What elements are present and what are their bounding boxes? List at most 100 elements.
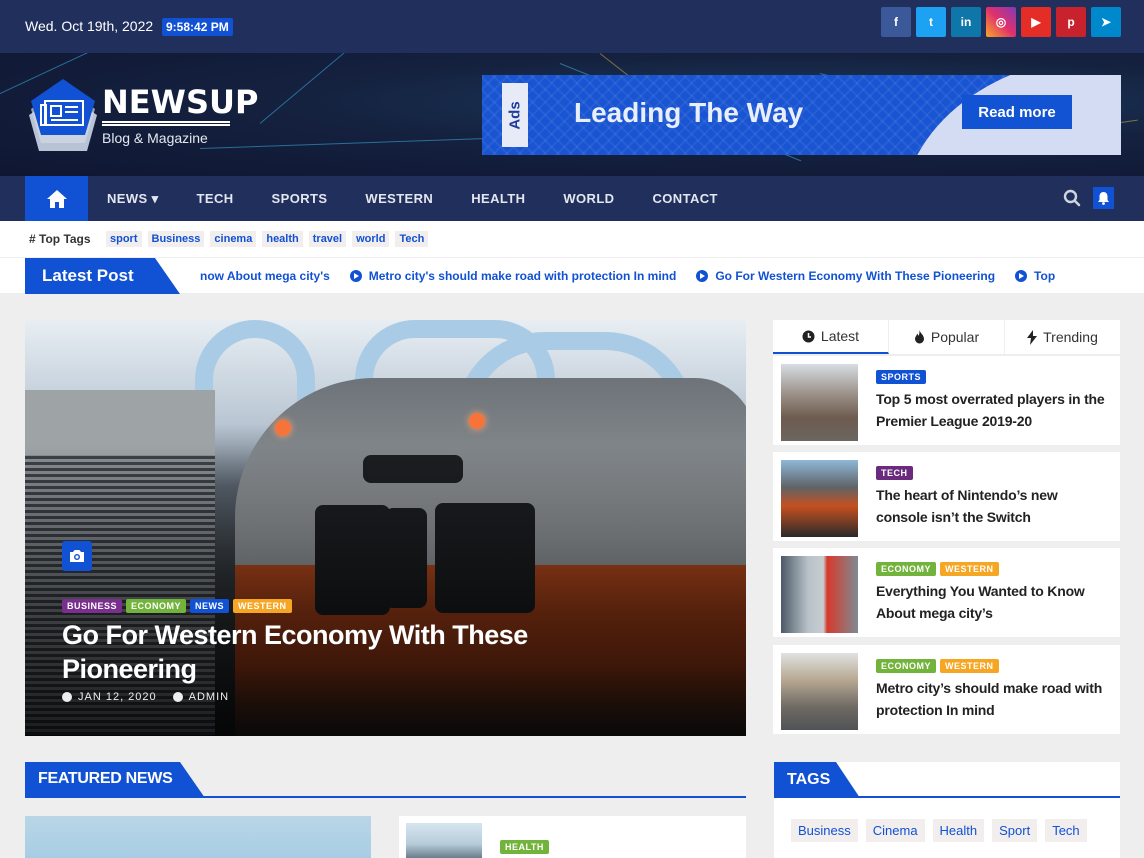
ticker-item-text[interactable]: now About mega city's — [200, 269, 330, 283]
social-links: f t in ◎ ▶ p ➤ — [881, 7, 1121, 37]
site-tagline: Blog & Magazine — [102, 130, 208, 146]
ticker-item[interactable]: Top — [1015, 269, 1055, 283]
title-underline — [102, 121, 230, 126]
telegram-icon[interactable]: ➤ — [1091, 7, 1121, 37]
sidebar-post[interactable]: ECONOMY WESTERN Metro city’s should make r… — [773, 645, 1120, 734]
instagram-icon[interactable]: ◎ — [986, 7, 1016, 37]
nav-item-contact[interactable]: CONTACT — [633, 176, 736, 221]
fire-icon — [914, 330, 924, 344]
clock-icon — [62, 692, 72, 702]
post-title[interactable]: Top 5 most overrated players in the Prem… — [876, 388, 1111, 432]
category-badge-western[interactable]: WESTERN — [233, 599, 292, 613]
linkedin-icon[interactable]: in — [951, 7, 981, 37]
ticker-item[interactable]: Go For Western Economy With These Pionee… — [696, 269, 995, 283]
hero-categories: BUSINESS ECONOMY NEWS WESTERN — [62, 599, 292, 613]
pinterest-icon[interactable]: p — [1056, 7, 1086, 37]
tab-latest[interactable]: Latest — [773, 320, 889, 354]
nav-item-western[interactable]: WESTERN — [346, 176, 452, 221]
ad-headline: Leading The Way — [574, 97, 804, 128]
sidebar-post[interactable]: ECONOMY WESTERN Everything You Wanted to K… — [773, 548, 1120, 637]
sidebar-tabs: Latest Popular Trending — [773, 320, 1120, 354]
top-tag-health[interactable]: health — [262, 231, 303, 247]
category-badge-economy[interactable]: ECONOMY — [876, 562, 937, 576]
top-tag-sport[interactable]: sport — [106, 231, 142, 247]
twitter-icon[interactable]: t — [916, 7, 946, 37]
post-thumbnail[interactable] — [781, 364, 858, 441]
featured-news-card[interactable]: HEALTH — [399, 816, 746, 858]
top-tags-label: # Top Tags — [29, 232, 91, 246]
search-icon[interactable] — [1063, 189, 1081, 207]
youtube-icon[interactable]: ▶ — [1021, 7, 1051, 37]
category-badge-economy[interactable]: ECONOMY — [876, 659, 937, 673]
nav-item-world[interactable]: WORLD — [544, 176, 633, 221]
post-categories: ECONOMY WESTERN — [876, 562, 999, 576]
site-header: NEWSUP Blog & Magazine Ads Leading The W… — [0, 53, 1144, 176]
nav-item-news[interactable]: NEWS ▾ — [88, 176, 178, 221]
top-tag-travel[interactable]: travel — [308, 231, 347, 247]
nav-home[interactable] — [25, 176, 88, 221]
category-badge-news[interactable]: NEWS — [190, 599, 230, 613]
bell-icon — [1098, 192, 1109, 205]
hero-date[interactable]: JAN 12, 2020 — [62, 691, 157, 703]
tab-label: Popular — [930, 329, 980, 345]
category-badge-tech[interactable]: TECH — [876, 466, 913, 480]
tag-tech[interactable]: Tech — [1045, 819, 1087, 842]
hero-title[interactable]: Go For Western Economy With These Pionee… — [62, 618, 622, 686]
hero-author[interactable]: ADMIN — [172, 691, 229, 703]
home-icon — [46, 189, 67, 208]
newsup-logo-icon[interactable] — [25, 79, 101, 151]
category-badge-business[interactable]: BUSINESS — [62, 599, 123, 613]
post-thumbnail[interactable] — [781, 653, 858, 730]
tags-widget: TAGS Business Cinema Health Sport Tech — [774, 762, 1120, 858]
top-tag-business[interactable]: Business — [147, 231, 205, 247]
nav-item-sports[interactable]: SPORTS — [253, 176, 347, 221]
nav-item-health[interactable]: HEALTH — [452, 176, 544, 221]
ticker-item-text[interactable]: Top — [1034, 269, 1055, 283]
post-categories: TECH — [876, 466, 913, 480]
current-time: 9:58:42 PM — [162, 18, 233, 36]
category-badge-western[interactable]: WESTERN — [940, 562, 999, 576]
post-categories: SPORTS — [876, 370, 927, 384]
top-tag-tech[interactable]: Tech — [395, 231, 429, 247]
ticker-item-text[interactable]: Metro city's should make road with prote… — [369, 269, 677, 283]
category-badge-western[interactable]: WESTERN — [940, 659, 999, 673]
category-badge-economy[interactable]: ECONOMY — [126, 599, 187, 613]
facebook-icon[interactable]: f — [881, 7, 911, 37]
clock-icon — [802, 330, 815, 342]
top-bar: Wed. Oct 19th, 2022 9:58:42 PM f t in ◎ ▶ p ➤ — [0, 0, 1144, 53]
post-thumbnail[interactable] — [781, 460, 858, 537]
featured-news-image[interactable] — [25, 816, 371, 858]
post-thumbnail[interactable] — [781, 556, 858, 633]
sidebar-post[interactable]: TECH The heart of Nintendo’s new console … — [773, 452, 1120, 541]
tag-business[interactable]: Business — [791, 819, 858, 842]
ticker-item[interactable]: now About mega city's — [200, 269, 330, 283]
tag-sport[interactable]: Sport — [992, 819, 1038, 842]
top-tag-world[interactable]: world — [352, 231, 390, 247]
top-tag-cinema[interactable]: cinema — [210, 231, 257, 247]
post-title[interactable]: Everything You Wanted to Know About mega… — [876, 580, 1111, 624]
bolt-icon — [1027, 329, 1038, 345]
nav-item-tech[interactable]: TECH — [178, 176, 253, 221]
ticker-item-text[interactable]: Go For Western Economy With These Pionee… — [715, 269, 995, 283]
category-badge-sports[interactable]: SPORTS — [876, 370, 927, 384]
tab-popular[interactable]: Popular — [889, 320, 1005, 354]
ad-read-more-button[interactable]: Read more — [962, 95, 1072, 129]
site-title[interactable]: NEWSUP — [102, 83, 258, 121]
latest-post-ticker: Latest Post now About mega city's Metro c… — [0, 257, 1144, 294]
ads-label: Ads — [502, 83, 528, 147]
subscribe-button[interactable] — [1093, 187, 1114, 209]
ticker-item[interactable]: Metro city's should make road with prote… — [349, 269, 677, 283]
post-title[interactable]: The heart of Nintendo’s new console isn’… — [876, 484, 1111, 528]
arrow-circle-right-icon — [696, 270, 709, 282]
post-format-badge — [62, 541, 92, 571]
camera-icon — [70, 550, 84, 562]
tab-trending[interactable]: Trending — [1005, 320, 1120, 354]
featured-card-thumbnail[interactable] — [406, 823, 482, 858]
tag-cinema[interactable]: Cinema — [865, 819, 925, 842]
category-badge[interactable]: HEALTH — [500, 840, 549, 854]
tag-health[interactable]: Health — [932, 819, 985, 842]
post-title[interactable]: Metro city’s should make road with prote… — [876, 677, 1111, 721]
hero-featured-post[interactable]: BUSINESS ECONOMY NEWS WESTERN Go For Wester… — [25, 320, 746, 736]
ad-banner[interactable]: Ads Leading The Way Read more — [482, 75, 1121, 155]
sidebar-post[interactable]: SPORTS Top 5 most overrated players in th… — [773, 356, 1120, 445]
